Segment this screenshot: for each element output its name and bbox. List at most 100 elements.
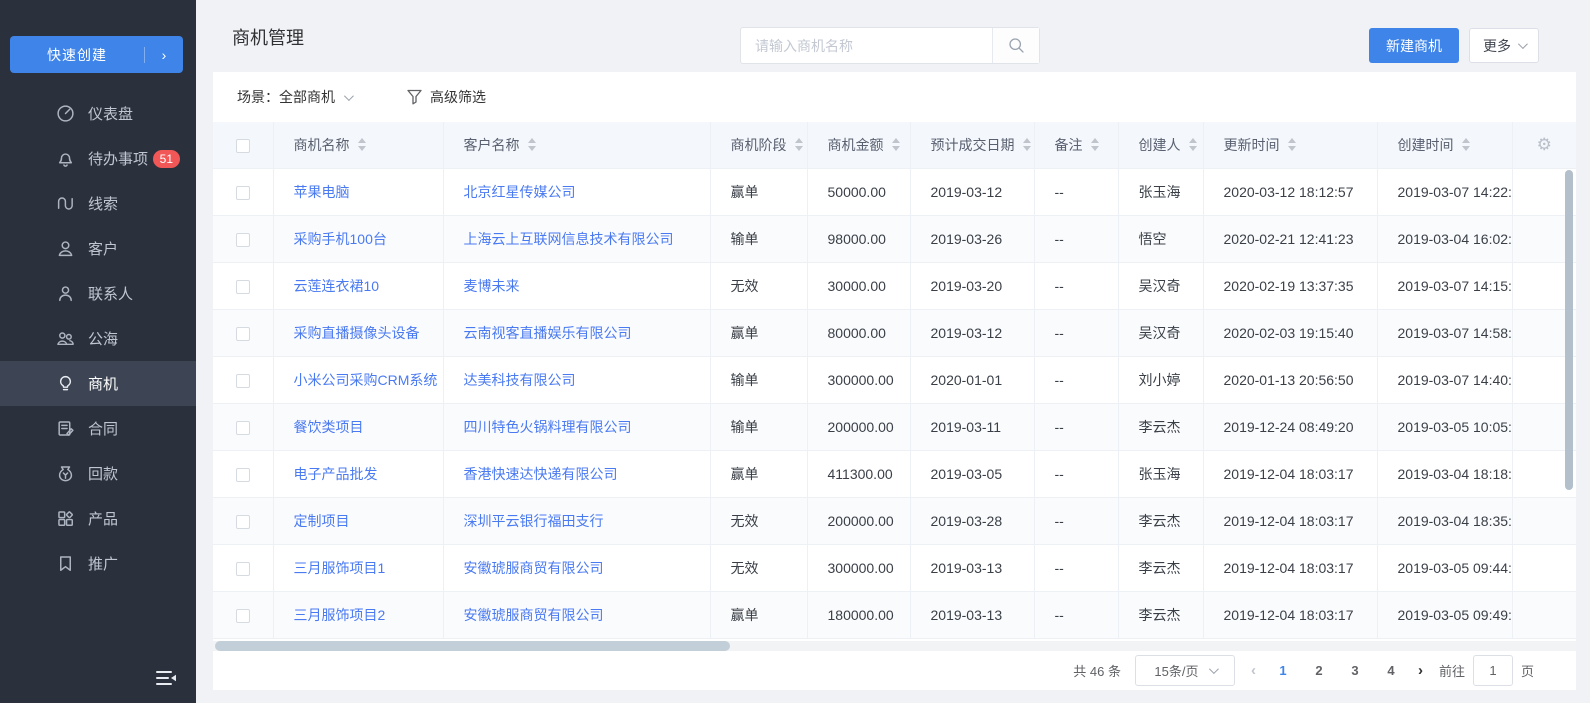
row-checkbox[interactable] bbox=[236, 233, 250, 247]
row-checkbox[interactable] bbox=[236, 280, 250, 294]
opportunity-link[interactable]: 定制项目 bbox=[294, 513, 350, 529]
customer-link[interactable]: 达美科技有限公司 bbox=[464, 372, 576, 388]
column-header-creator[interactable]: 创建人 bbox=[1118, 122, 1203, 168]
sidebar-item-promotion[interactable]: 推广 bbox=[0, 541, 196, 586]
sort-icon[interactable] bbox=[1189, 138, 1197, 151]
column-header-updated[interactable]: 更新时间 bbox=[1203, 122, 1377, 168]
sidebar-collapse-icon[interactable] bbox=[156, 669, 178, 687]
cell-note: -- bbox=[1034, 450, 1118, 497]
customer-link[interactable]: 上海云上互联网信息技术有限公司 bbox=[464, 231, 674, 247]
customer-link[interactable]: 深圳平云银行福田支行 bbox=[464, 513, 604, 529]
sort-icon[interactable] bbox=[1023, 138, 1031, 151]
opportunity-link[interactable]: 电子产品批发 bbox=[294, 466, 378, 482]
column-header-expected-date[interactable]: 预计成交日期 bbox=[910, 122, 1034, 168]
sidebar-item-label: 仪表盘 bbox=[88, 103, 133, 124]
column-header-name[interactable]: 商机名称 bbox=[273, 122, 443, 168]
cell-customer-name: 麦博未来 bbox=[443, 262, 710, 309]
scene-select[interactable]: 场景：全部商机 bbox=[237, 87, 351, 107]
customer-link[interactable]: 云南视客直播娱乐有限公司 bbox=[464, 325, 632, 341]
create-opportunity-button[interactable]: 新建商机 bbox=[1369, 28, 1459, 63]
row-checkbox[interactable] bbox=[236, 609, 250, 623]
row-checkbox[interactable] bbox=[236, 562, 250, 576]
cell-updated: 2019-12-04 18:03:17 bbox=[1203, 450, 1377, 497]
column-header-amount[interactable]: 商机金额 bbox=[807, 122, 910, 168]
vertical-scrollbar[interactable] bbox=[1565, 170, 1573, 490]
sidebar-item-contacts[interactable]: 联系人 bbox=[0, 271, 196, 316]
table-row: 三月服饰项目1 安徽琥服商贸有限公司 无效 300000.00 2019-03-… bbox=[213, 544, 1576, 591]
page-number-2[interactable]: 2 bbox=[1308, 663, 1330, 678]
search-input[interactable] bbox=[741, 28, 992, 63]
search-icon bbox=[1008, 37, 1025, 54]
customer-link[interactable]: 安徽琥服商贸有限公司 bbox=[464, 560, 604, 576]
page-number-3[interactable]: 3 bbox=[1344, 663, 1366, 678]
cell-created: 2019-03-04 18:35:07 bbox=[1377, 497, 1512, 544]
opportunity-link[interactable]: 三月服饰项目2 bbox=[294, 607, 386, 623]
select-all-checkbox[interactable] bbox=[236, 139, 250, 153]
cell-note: -- bbox=[1034, 356, 1118, 403]
sidebar-item-opportunities[interactable]: 商机 bbox=[0, 361, 196, 406]
cell-opportunity-name: 小米公司采购CRM系统 bbox=[273, 356, 443, 403]
sort-icon[interactable] bbox=[358, 138, 366, 151]
sort-icon[interactable] bbox=[1288, 138, 1296, 151]
sort-icon[interactable] bbox=[1462, 138, 1470, 151]
sidebar-item-pool[interactable]: 公海 bbox=[0, 316, 196, 361]
column-header-created[interactable]: 创建时间 bbox=[1377, 122, 1512, 168]
cell-created: 2019-03-07 14:40:53 bbox=[1377, 356, 1512, 403]
cell-updated: 2020-03-12 18:12:57 bbox=[1203, 168, 1377, 215]
chevron-right-icon[interactable]: › bbox=[145, 47, 183, 63]
cell-updated: 2019-12-04 18:03:17 bbox=[1203, 497, 1377, 544]
sidebar-item-customers[interactable]: 客户 bbox=[0, 226, 196, 271]
cell-creator: 李云杰 bbox=[1118, 544, 1203, 591]
horizontal-scrollbar-thumb[interactable] bbox=[215, 641, 730, 651]
cell-creator: 李云杰 bbox=[1118, 497, 1203, 544]
customer-link[interactable]: 四川特色火锅料理有限公司 bbox=[464, 419, 632, 435]
page-number-4[interactable]: 4 bbox=[1380, 663, 1402, 678]
row-checkbox[interactable] bbox=[236, 327, 250, 341]
row-checkbox[interactable] bbox=[236, 374, 250, 388]
more-button[interactable]: 更多 bbox=[1469, 28, 1539, 63]
quick-create-button[interactable]: 快速创建 › bbox=[10, 36, 183, 73]
goto-page-input[interactable] bbox=[1473, 655, 1513, 686]
opportunity-link[interactable]: 苹果电脑 bbox=[294, 184, 350, 200]
opportunity-link[interactable]: 云莲连衣裙10 bbox=[294, 278, 380, 294]
opportunity-link[interactable]: 餐饮类项目 bbox=[294, 419, 364, 435]
next-page-icon[interactable]: › bbox=[1416, 662, 1425, 679]
cell-settings-spacer bbox=[1512, 544, 1576, 591]
column-header-customer[interactable]: 客户名称 bbox=[443, 122, 710, 168]
opportunity-link[interactable]: 小米公司采购CRM系统 bbox=[294, 372, 438, 388]
sidebar-item-leads[interactable]: 线索 bbox=[0, 181, 196, 226]
column-header-stage[interactable]: 商机阶段 bbox=[710, 122, 807, 168]
opportunity-link[interactable]: 采购手机100台 bbox=[294, 231, 387, 247]
sort-icon[interactable] bbox=[528, 138, 536, 151]
sidebar-item-dashboard[interactable]: 仪表盘 bbox=[0, 91, 196, 136]
cell-expected-date: 2019-03-28 bbox=[910, 497, 1034, 544]
sort-icon[interactable] bbox=[1091, 138, 1099, 151]
page-size-select[interactable]: 15条/页 bbox=[1135, 655, 1235, 686]
sort-icon[interactable] bbox=[892, 138, 900, 151]
search-button[interactable] bbox=[992, 28, 1039, 63]
page-number-1[interactable]: 1 bbox=[1272, 663, 1294, 678]
row-checkbox[interactable] bbox=[236, 186, 250, 200]
column-header-note[interactable]: 备注 bbox=[1034, 122, 1118, 168]
customer-link[interactable]: 麦博未来 bbox=[464, 278, 520, 294]
sort-icon[interactable] bbox=[795, 138, 803, 151]
opportunity-link[interactable]: 采购直播摄像头设备 bbox=[294, 325, 420, 341]
page-unit-label: 页 bbox=[1521, 661, 1534, 680]
customer-link[interactable]: 安徽琥服商贸有限公司 bbox=[464, 607, 604, 623]
sidebar-item-payments[interactable]: 回款 bbox=[0, 451, 196, 496]
advanced-filter-button[interactable]: 高级筛选 bbox=[407, 87, 486, 107]
sidebar-item-todo[interactable]: 待办事项 51 bbox=[0, 136, 196, 181]
row-checkbox[interactable] bbox=[236, 421, 250, 435]
row-checkbox[interactable] bbox=[236, 468, 250, 482]
opportunity-link[interactable]: 三月服饰项目1 bbox=[294, 560, 386, 576]
cell-note: -- bbox=[1034, 591, 1118, 638]
row-checkbox[interactable] bbox=[236, 515, 250, 529]
sidebar-item-products[interactable]: 产品 bbox=[0, 496, 196, 541]
cell-creator: 李云杰 bbox=[1118, 403, 1203, 450]
customer-link[interactable]: 北京红星传媒公司 bbox=[464, 184, 576, 200]
customer-link[interactable]: 香港快速达快递有限公司 bbox=[464, 466, 618, 482]
sidebar-item-contracts[interactable]: 合同 bbox=[0, 406, 196, 451]
gear-icon[interactable]: ⚙ bbox=[1537, 135, 1552, 154]
prev-page-icon[interactable]: ‹ bbox=[1249, 662, 1258, 679]
row-select-cell bbox=[213, 450, 273, 497]
